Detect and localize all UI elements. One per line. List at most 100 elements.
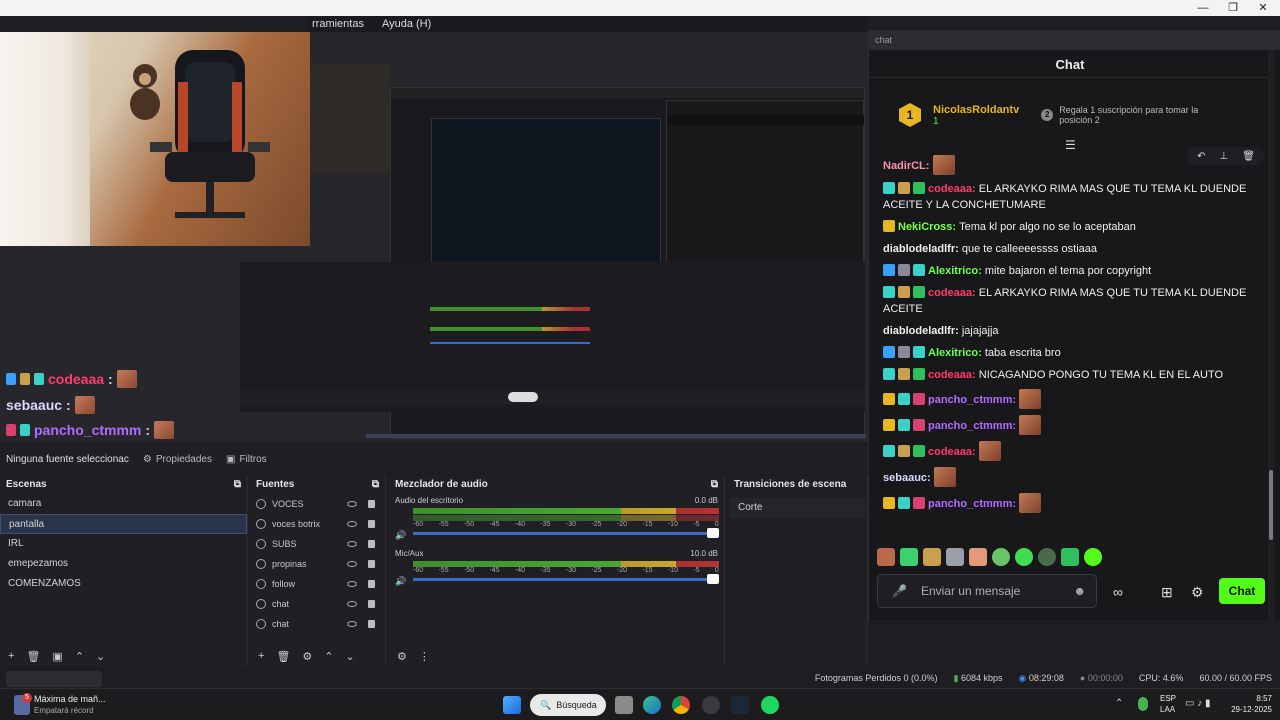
chat-message[interactable]: codeaaa: NICAGANDO PONGO TU TEMA KL EN E… bbox=[869, 364, 1269, 386]
chat-username[interactable]: pancho_ctmmm bbox=[928, 420, 1012, 432]
emote-icon[interactable] bbox=[1084, 548, 1102, 566]
gift-icon[interactable]: ⊞ bbox=[1161, 584, 1173, 601]
chat-username[interactable]: diablodeladlfr bbox=[883, 325, 955, 337]
collapse-icon[interactable]: ☰ bbox=[1065, 138, 1076, 152]
badge-icon[interactable] bbox=[913, 264, 925, 276]
badge-icon[interactable] bbox=[898, 286, 910, 298]
gift-prompt[interactable]: 2 Regala 1 suscripción para tomar la pos… bbox=[1041, 105, 1229, 125]
chat-message[interactable]: sebaauc: bbox=[869, 464, 1269, 490]
badge-icon[interactable] bbox=[913, 346, 925, 358]
chat-username[interactable]: pancho_ctmmm bbox=[928, 498, 1012, 510]
lock-icon[interactable] bbox=[368, 540, 375, 548]
chat-send-button[interactable]: Chat bbox=[1219, 578, 1265, 604]
scene-item[interactable]: IRL bbox=[0, 534, 247, 554]
lock-icon[interactable] bbox=[368, 520, 375, 528]
chat-url-bar[interactable]: chat bbox=[869, 30, 1280, 50]
badge-icon[interactable] bbox=[898, 445, 910, 457]
filters-button[interactable]: ▣ Filtros bbox=[226, 454, 267, 465]
eye-icon[interactable] bbox=[347, 561, 357, 567]
scene-item[interactable]: camara bbox=[0, 494, 247, 514]
badge-icon[interactable] bbox=[913, 393, 925, 405]
lock-icon[interactable] bbox=[368, 500, 375, 508]
task-view-icon[interactable] bbox=[615, 696, 633, 714]
widget-title[interactable]: Máxima de mañ... bbox=[34, 694, 106, 704]
badge-icon[interactable] bbox=[913, 419, 925, 431]
source-item[interactable]: propinas bbox=[250, 554, 385, 574]
menu-dots-icon[interactable]: ⋮ bbox=[419, 650, 430, 663]
close-button[interactable]: ✕ bbox=[1246, 0, 1280, 16]
clock-time[interactable]: 8:57 bbox=[1226, 694, 1272, 703]
scene-item[interactable]: emepezamos bbox=[0, 554, 247, 574]
chat-message-input[interactable]: 🎤 Enviar un mensaje ☻ bbox=[877, 574, 1097, 608]
badge-icon[interactable] bbox=[883, 419, 895, 431]
source-item[interactable]: voces botrix bbox=[250, 514, 385, 534]
lock-icon[interactable] bbox=[368, 620, 375, 628]
emote-icon[interactable] bbox=[969, 548, 987, 566]
chat-scrollbar-thumb[interactable] bbox=[1269, 470, 1273, 540]
badge-icon[interactable] bbox=[883, 393, 895, 405]
chat-message[interactable]: Alexitrico: taba escrita bro bbox=[869, 342, 1269, 364]
badge-icon[interactable] bbox=[913, 445, 925, 457]
chat-message[interactable]: NadirCL: bbox=[869, 152, 1269, 178]
chat-username[interactable]: diablodeladlfr bbox=[883, 243, 955, 255]
settings-icon[interactable]: ⚙ bbox=[1191, 584, 1204, 601]
mic-tray-icon[interactable] bbox=[1138, 697, 1148, 711]
badge-icon[interactable] bbox=[883, 264, 895, 276]
volume-slider[interactable] bbox=[413, 574, 719, 584]
badge-icon[interactable] bbox=[898, 368, 910, 380]
badge-icon[interactable] bbox=[883, 220, 895, 232]
badge-icon[interactable] bbox=[883, 497, 895, 509]
volume-knob[interactable] bbox=[707, 574, 719, 584]
chat-username[interactable]: codeaaa bbox=[928, 369, 972, 381]
chat-message[interactable]: pancho_ctmmm: bbox=[869, 386, 1269, 412]
speaker-icon[interactable]: 🔊 bbox=[395, 530, 406, 541]
filter-scene-icon[interactable]: ▣ bbox=[52, 650, 62, 663]
chat-message[interactable]: pancho_ctmmm: bbox=[869, 412, 1269, 438]
windows-start-icon[interactable] bbox=[503, 696, 521, 714]
dock-popout-icon[interactable]: ⧉ bbox=[372, 479, 379, 491]
tray-chevron-icon[interactable]: ⌃ bbox=[1115, 698, 1123, 709]
badge-icon[interactable] bbox=[898, 182, 910, 194]
eye-icon[interactable] bbox=[347, 601, 357, 607]
badge-icon[interactable] bbox=[898, 346, 910, 358]
badge-icon[interactable] bbox=[913, 182, 925, 194]
eye-icon[interactable] bbox=[347, 541, 357, 547]
speaker-icon[interactable]: 🔊 bbox=[395, 576, 406, 587]
badge-icon[interactable] bbox=[898, 393, 910, 405]
obs-icon[interactable] bbox=[702, 696, 720, 714]
source-item[interactable]: chat bbox=[250, 614, 385, 634]
transition-select[interactable]: Corte bbox=[730, 498, 865, 518]
badge-icon[interactable] bbox=[883, 286, 895, 298]
add-scene-icon[interactable]: + bbox=[8, 650, 14, 662]
move-up-icon[interactable]: ⌃ bbox=[75, 650, 84, 663]
menu-tools[interactable]: rramientas bbox=[312, 18, 364, 30]
lock-icon[interactable] bbox=[368, 560, 375, 568]
emoji-icon[interactable]: ☻ bbox=[1073, 584, 1086, 598]
emote-icon[interactable] bbox=[1019, 389, 1042, 409]
source-item[interactable]: SUBS bbox=[250, 534, 385, 554]
chat-username[interactable]: Alexitrico bbox=[928, 265, 978, 277]
chat-username[interactable]: codeaaa bbox=[928, 183, 972, 195]
emote-icon[interactable] bbox=[933, 467, 956, 487]
emote-icon[interactable] bbox=[1019, 493, 1042, 513]
microphone-icon[interactable]: 🎤 bbox=[892, 584, 907, 598]
scene-item[interactable]: COMENZAMOS bbox=[0, 574, 247, 594]
infinity-icon[interactable]: ∞ bbox=[1113, 584, 1123, 600]
obs-preview[interactable]: codeaaa : sebaauc : pancho_ctmmm : bbox=[0, 32, 868, 442]
badge-icon[interactable] bbox=[898, 264, 910, 276]
badge-icon[interactable] bbox=[913, 497, 925, 509]
menu-help[interactable]: Ayuda (H) bbox=[382, 18, 431, 30]
source-item[interactable]: follow bbox=[250, 574, 385, 594]
chat-message[interactable]: codeaaa: EL ARKAYKO RIMA MAS QUE TU TEMA… bbox=[869, 282, 1269, 320]
emote-icon[interactable] bbox=[1015, 548, 1033, 566]
minimize-button[interactable]: — bbox=[1186, 0, 1220, 16]
chat-message[interactable]: codeaaa: bbox=[869, 438, 1269, 464]
chat-username[interactable]: sebaauc bbox=[883, 472, 927, 484]
chrome-icon[interactable] bbox=[672, 696, 690, 714]
steam-icon[interactable] bbox=[731, 696, 749, 714]
badge-icon[interactable] bbox=[883, 346, 895, 358]
chat-username[interactable]: NekiCross bbox=[898, 221, 952, 233]
remove-scene-icon[interactable]: 🗑 bbox=[26, 650, 40, 663]
lock-icon[interactable] bbox=[368, 580, 375, 588]
emote-icon[interactable] bbox=[877, 548, 895, 566]
